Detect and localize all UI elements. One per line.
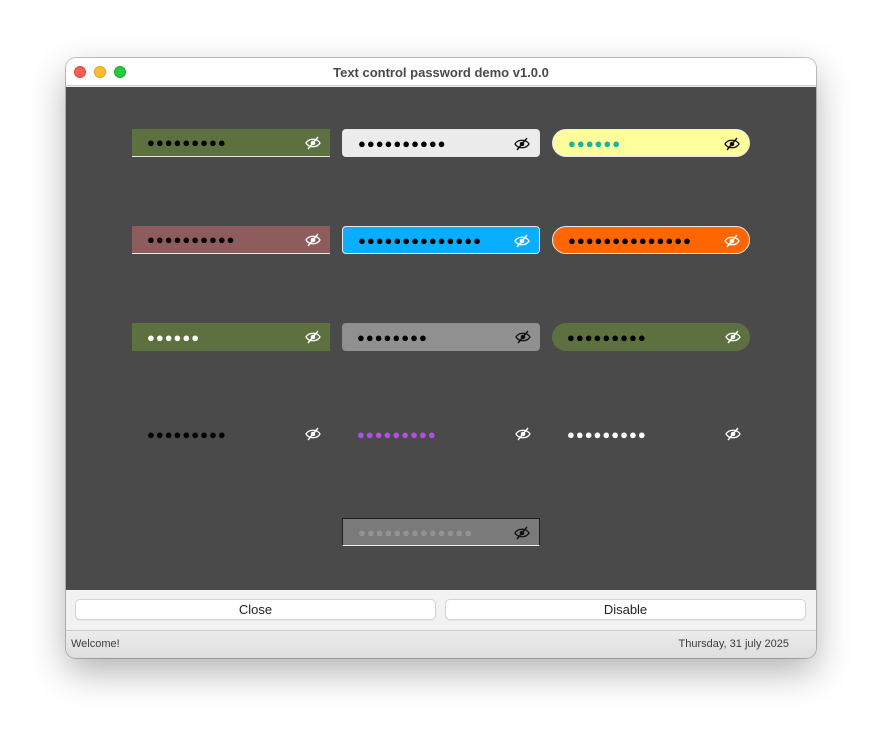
eye-slash-icon[interactable] — [515, 427, 531, 441]
eye-slash-icon[interactable] — [514, 137, 530, 151]
password-dots: ●●●●●●●●●●●●●● — [358, 232, 482, 248]
status-bar: Welcome! Thursday, 31 july 2025 — [66, 630, 816, 658]
demo-area: ●●●●●●●●● ●●●●●●●●●● ●●●●●● ●●●●●●●●●● ●… — [66, 87, 816, 590]
close-button[interactable]: Close — [75, 599, 436, 620]
password-field-olive-pill[interactable]: ●●●●●●●●● — [552, 323, 750, 351]
disable-button[interactable]: Disable — [445, 599, 806, 620]
password-dots: ●●●●●● — [147, 329, 201, 345]
password-field-olive-flat[interactable]: ●●●●●●●●● — [132, 129, 330, 157]
password-field-orange[interactable]: ●●●●●●●●●●●●●● — [552, 226, 750, 254]
eye-slash-icon[interactable] — [724, 137, 740, 151]
password-field-transparent-black[interactable]: ●●●●●●●●● — [132, 420, 330, 448]
password-field-transparent-white[interactable]: ●●●●●●●●● — [552, 420, 750, 448]
password-field-rosy-brown[interactable]: ●●●●●●●●●● — [132, 226, 330, 254]
eye-slash-icon[interactable] — [305, 330, 321, 344]
password-dots: ●●●●●●●●● — [147, 426, 227, 442]
password-field-medium-gray[interactable]: ●●●●●●●● — [342, 323, 540, 351]
eye-slash-icon[interactable] — [725, 330, 741, 344]
password-field-transparent-purple[interactable]: ●●●●●●●●● — [342, 420, 540, 448]
password-field-light-gray[interactable]: ●●●●●●●●●● — [342, 129, 540, 157]
password-field-disabled: ●●●●●●●●●●●●● — [342, 518, 540, 546]
eye-slash-icon[interactable] — [514, 234, 530, 248]
password-field-olive-white-dots[interactable]: ●●●●●● — [132, 323, 330, 351]
password-field-sky-blue[interactable]: ●●●●●●●●●●●●●● — [342, 226, 540, 254]
eye-slash-icon[interactable] — [305, 427, 321, 441]
password-dots: ●●●●●●●●● — [567, 329, 647, 345]
app-window: Text control password demo v1.0.0 ●●●●●●… — [66, 58, 816, 658]
button-bar: Close Disable — [66, 590, 816, 630]
status-message: Welcome! — [71, 638, 120, 650]
password-dots: ●●●●●●●●●●●●● — [358, 524, 474, 540]
password-dots: ●●●●●●●●●● — [358, 135, 447, 151]
eye-slash-icon[interactable] — [305, 136, 321, 150]
password-dots: ●●●●●●●●● — [567, 426, 647, 442]
eye-slash-icon[interactable] — [305, 233, 321, 247]
eye-slash-icon — [514, 526, 530, 540]
password-dots: ●●●●●●●●●● — [147, 232, 236, 247]
password-dots: ●●●●●● — [568, 135, 622, 151]
password-dots: ●●●●●●●●●●●●●● — [568, 232, 692, 248]
eye-slash-icon[interactable] — [724, 234, 740, 248]
status-date: Thursday, 31 july 2025 — [678, 638, 789, 650]
eye-slash-icon[interactable] — [515, 330, 531, 344]
eye-slash-icon[interactable] — [725, 427, 741, 441]
password-dots: ●●●●●●●●● — [147, 135, 227, 150]
password-dots: ●●●●●●●●● — [357, 426, 437, 442]
password-dots: ●●●●●●●● — [357, 329, 428, 345]
window-title: Text control password demo v1.0.0 — [333, 65, 549, 80]
password-field-yellow[interactable]: ●●●●●● — [552, 129, 750, 157]
title-bar: Text control password demo v1.0.0 — [66, 58, 816, 86]
